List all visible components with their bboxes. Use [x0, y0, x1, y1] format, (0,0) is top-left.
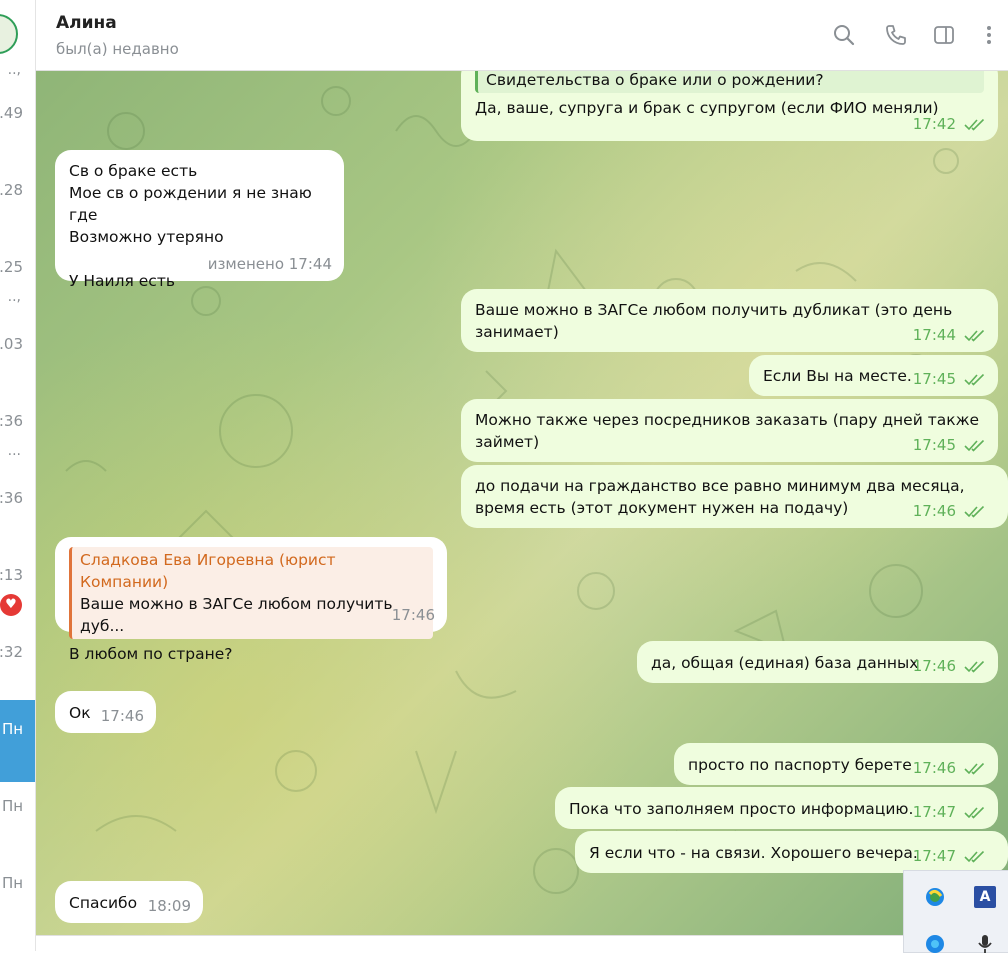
message-meta: 17:46 — [392, 604, 435, 626]
chat-avatar[interactable] — [0, 14, 18, 54]
chat-list-time: :13 — [0, 566, 23, 584]
chat-list-day: Пн — [2, 797, 24, 815]
message-meta: 17:45 — [913, 434, 986, 456]
message-meta: 17:46 — [913, 500, 986, 522]
message-outgoing[interactable]: Пока что заполняем просто информацию. 17… — [555, 787, 998, 829]
read-ticks-icon — [964, 118, 985, 131]
reply-quote[interactable]: Свидетельства о браке или о рождении? — [475, 71, 984, 93]
message-outgoing[interactable]: Если Вы на месте. 17:45 — [749, 355, 998, 396]
message-meta: 17:45 — [913, 368, 986, 390]
message-meta: 17:44 — [913, 324, 986, 346]
message-text: Ваше можно в ЗАГСе любом получить дублик… — [475, 301, 953, 341]
message-meta: 17:46 — [913, 655, 986, 677]
search-icon[interactable] — [832, 23, 856, 47]
message-time: 17:46 — [100, 707, 144, 725]
chat-list-time: :36 — [0, 489, 23, 507]
language-indicator-icon[interactable]: A — [974, 886, 996, 908]
message-time: 17:46 — [912, 502, 956, 520]
message-outgoing[interactable]: Можно также через посредников заказать (… — [461, 399, 998, 462]
chat-list-preview: .., — [7, 62, 21, 78]
message-text: Можно также через посредников заказать (… — [475, 411, 980, 451]
message-meta: изменено 17:44 — [208, 253, 332, 275]
reply-quote-text: Свидетельства о браке или о рождении? — [486, 71, 824, 89]
microphone-icon[interactable] — [974, 933, 996, 955]
read-ticks-icon — [964, 806, 985, 819]
chat-list-day: Пн — [2, 874, 24, 892]
message-outgoing[interactable]: Свидетельства о браке или о рождении? Да… — [461, 71, 998, 141]
more-vertical-icon[interactable] — [977, 23, 1001, 47]
message-time: 17:46 — [912, 759, 956, 777]
chat-list-preview: .., — [7, 289, 21, 305]
chat-list-item-selected[interactable]: Пн — [0, 700, 35, 782]
read-ticks-icon — [964, 660, 985, 673]
message-time: 17:42 — [912, 115, 956, 133]
message-outgoing[interactable]: просто по паспорту берете 17:46 — [674, 743, 998, 785]
read-ticks-icon — [964, 439, 985, 452]
message-outgoing[interactable]: Ваше можно в ЗАГСе любом получить дублик… — [461, 289, 998, 352]
reply-quote-text: Ваше можно в ЗАГСе любом получить дуб... — [80, 595, 393, 635]
message-time: 17:46 — [912, 657, 956, 675]
heart-reaction-icon: ♥ — [0, 594, 22, 616]
message-time: 17:47 — [912, 803, 956, 821]
message-incoming[interactable]: Сладкова Ева Игоревна (юрист Компании) В… — [55, 537, 447, 663]
chat-list-day: Пн — [2, 720, 24, 738]
chat-list-time: .49 — [0, 104, 23, 122]
chat-list-preview: ... — [7, 443, 21, 459]
message-meta: 18:09 — [148, 895, 191, 917]
message-time: 17:45 — [912, 370, 956, 388]
chat-list-time: .25 — [0, 258, 23, 276]
chat-list-time: .28 — [0, 181, 23, 199]
sidebar-toggle-icon[interactable] — [932, 23, 956, 47]
read-ticks-icon — [964, 505, 985, 518]
message-time: изменено 17:44 — [207, 255, 332, 273]
message-incoming[interactable]: Св о браке есть Мое св о рождении я не з… — [55, 150, 344, 290]
message-outgoing[interactable]: Я если что - на связи. Хорошего вечера. … — [575, 831, 1008, 873]
read-ticks-icon — [964, 329, 985, 342]
message-outgoing[interactable]: да, общая (единая) база данных 17:46 — [637, 641, 998, 683]
message-time: 17:44 — [912, 326, 956, 344]
edge-icon[interactable] — [924, 933, 946, 955]
message-time: 17:46 — [391, 606, 435, 624]
message-time: 18:09 — [147, 897, 191, 915]
read-ticks-icon — [964, 373, 985, 386]
contact-name[interactable]: Алина — [56, 13, 117, 33]
message-meta: 17:46 — [913, 757, 986, 779]
chat-list-time: .03 — [0, 335, 23, 353]
phone-icon[interactable] — [884, 23, 908, 47]
reply-quote[interactable]: Сладкова Ева Игоревна (юрист Компании) В… — [69, 547, 433, 639]
message-text: В любом по стране? — [69, 645, 233, 663]
message-meta: 17:47 — [913, 801, 986, 823]
message-composer[interactable] — [36, 935, 1008, 952]
message-meta: 17:46 — [101, 705, 144, 727]
message-outgoing[interactable]: до подачи на гражданство все равно миним… — [461, 465, 1008, 528]
system-tray-popup: A — [903, 870, 1008, 953]
read-ticks-icon — [964, 850, 985, 863]
reply-author: Сладкова Ева Игоревна (юрист Компании) — [80, 551, 336, 591]
message-text: Да, ваше, супруга и брак с супругом (есл… — [475, 99, 939, 117]
chat-header: Алина был(а) недавно — [36, 0, 1008, 71]
message-time: 17:45 — [912, 436, 956, 454]
message-incoming[interactable]: Спасибо 18:09 — [55, 881, 203, 923]
message-incoming[interactable]: Ок 17:46 — [55, 691, 156, 733]
chat-list-time: :36 — [0, 412, 23, 430]
edge-icon[interactable] — [924, 886, 946, 908]
message-meta: 17:42 — [913, 113, 986, 135]
chat-history[interactable]: Свидетельства о браке или о рождении? Да… — [36, 71, 1008, 935]
contact-status: был(а) недавно — [56, 40, 179, 58]
message-meta: 17:47 — [913, 845, 986, 867]
message-time: 17:47 — [912, 847, 956, 865]
read-ticks-icon — [964, 762, 985, 775]
chat-list-time: :32 — [0, 643, 23, 661]
chat-list-sidebar: .., .49 .28 .25 .., .03 :36 ... :36 :13 … — [0, 0, 36, 951]
